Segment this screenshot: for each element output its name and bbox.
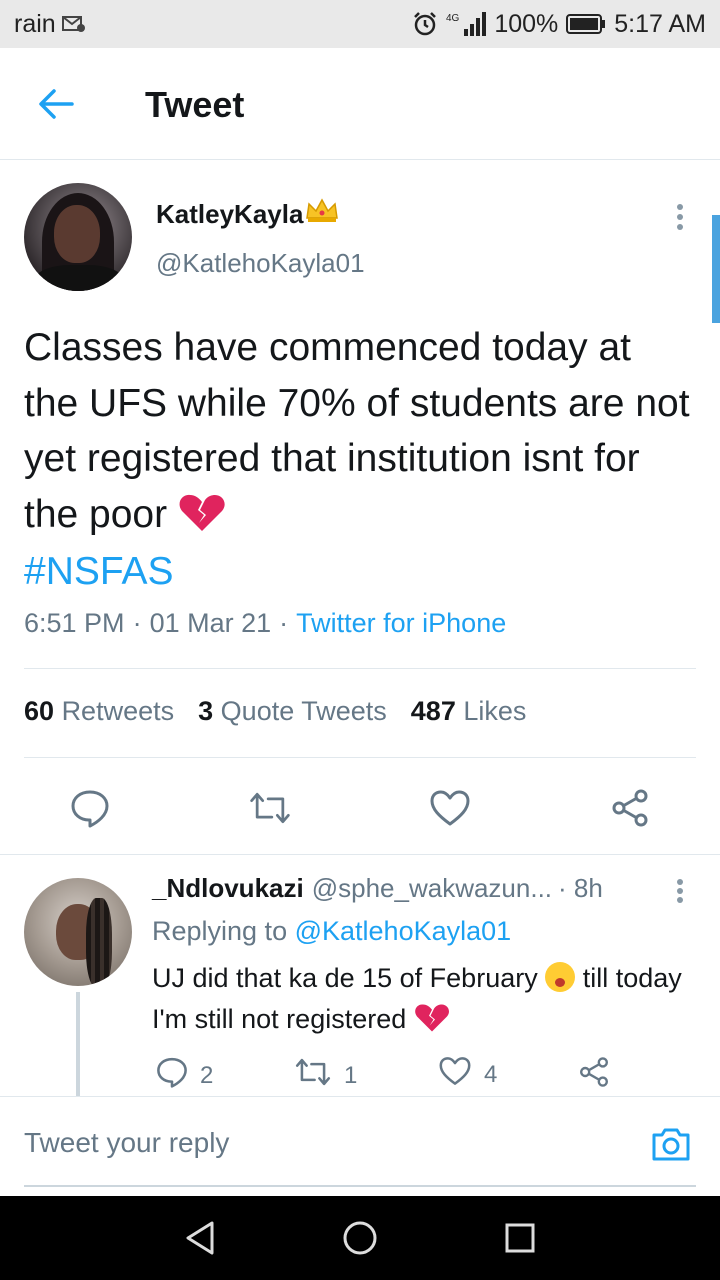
- scrollbar[interactable]: [712, 215, 720, 323]
- alarm-icon: [412, 11, 438, 37]
- reply-icon: [156, 1056, 188, 1095]
- reply-actions: 2 1 4: [152, 1056, 672, 1096]
- reply-composer: Tweet your reply: [0, 1096, 720, 1196]
- share-icon: [578, 1056, 610, 1095]
- hashtag-link[interactable]: #NSFAS: [24, 550, 174, 593]
- retweets-stat[interactable]: 60 Retweets: [24, 696, 174, 727]
- reply-input[interactable]: Tweet your reply: [24, 1127, 229, 1159]
- divider: [24, 757, 696, 758]
- nav-home-icon[interactable]: [340, 1218, 380, 1258]
- replying-to-label: Replying to: [152, 916, 288, 946]
- clock: 5:17 AM: [614, 9, 706, 38]
- tweet-meta: 6:51 PM · 01 Mar 21 · Twitter for iPhone: [24, 608, 506, 639]
- tweet-date: 01 Mar 21: [149, 608, 272, 638]
- tweet-text: Classes have commenced today at the UFS …: [24, 326, 690, 536]
- sms-notification-icon: [61, 14, 86, 34]
- composer-underline: [24, 1185, 696, 1187]
- retweets-count: 60: [24, 696, 55, 726]
- tweet-body: Classes have commenced today at the UFS …: [24, 320, 694, 600]
- share-icon[interactable]: [608, 786, 652, 830]
- author-avatar[interactable]: [24, 183, 132, 291]
- svg-text:4G: 4G: [446, 13, 460, 24]
- like-heart-icon[interactable]: [428, 786, 472, 830]
- quote-tweets-stat[interactable]: 3 Quote Tweets: [198, 696, 387, 727]
- meta-separator: ·: [132, 608, 142, 638]
- reply-author-avatar[interactable]: [24, 878, 132, 986]
- reply-display-name[interactable]: _Ndlovukazi: [152, 873, 304, 904]
- carrier-label: rain: [14, 9, 56, 38]
- camera-icon[interactable]: [650, 1125, 692, 1165]
- divider: [24, 668, 696, 669]
- battery-percent: 100%: [494, 9, 559, 38]
- reply-share-button[interactable]: [578, 1056, 610, 1095]
- crown-emoji-icon: [305, 198, 339, 230]
- retweet-icon[interactable]: [248, 786, 292, 830]
- reply-icon[interactable]: [68, 786, 112, 830]
- reply-body: UJ did that ka de 15 of February till to…: [152, 958, 692, 1040]
- author-display-name-row[interactable]: KatleyKayla: [156, 198, 339, 230]
- likes-stat[interactable]: 487 Likes: [411, 696, 527, 727]
- status-bar: rain 4G 100% 5:17 AM: [0, 0, 720, 48]
- replying-to-handle-link[interactable]: @KatlehoKayla01: [295, 916, 512, 946]
- retweets-label: Retweets: [61, 696, 175, 726]
- signal-icon: 4G: [446, 11, 487, 37]
- tweet-source-link[interactable]: Twitter for iPhone: [296, 608, 506, 639]
- system-nav-bar: [0, 1196, 720, 1280]
- reply-handle[interactable]: @sphe_wakwazun...: [312, 873, 552, 904]
- page-title: Tweet: [145, 84, 245, 125]
- likes-label: Likes: [463, 696, 527, 726]
- back-arrow-icon[interactable]: [36, 86, 76, 122]
- app-header: Tweet: [0, 48, 720, 160]
- quotes-count: 3: [198, 696, 214, 726]
- reply-header: _Ndlovukazi @sphe_wakwazun... · 8h: [152, 873, 603, 904]
- tweet-time: 6:51 PM: [24, 608, 125, 638]
- broken-heart-emoji-icon: [178, 494, 226, 535]
- replying-to-line: Replying to @KatlehoKayla01: [152, 916, 511, 947]
- reply-text-part1: UJ did that ka de 15 of February: [152, 963, 538, 993]
- reply-more-options-icon[interactable]: [668, 876, 692, 906]
- author-display-name: KatleyKayla: [156, 198, 304, 229]
- reply-reply-button[interactable]: 2: [156, 1056, 213, 1095]
- more-options-icon[interactable]: [668, 200, 692, 234]
- likes-count: 487: [410, 696, 456, 726]
- tweet-actions: [0, 770, 720, 850]
- author-handle[interactable]: @KatlehoKayla01: [156, 248, 365, 279]
- retweet-count: 1: [344, 1061, 358, 1089]
- reply-count: 2: [200, 1061, 214, 1089]
- battery-icon: [566, 13, 606, 35]
- reply-retweet-button[interactable]: 1: [294, 1056, 357, 1095]
- like-heart-icon: [438, 1056, 472, 1093]
- divider: [0, 854, 720, 855]
- crying-face-emoji-icon: [545, 962, 576, 992]
- nav-recents-icon[interactable]: [500, 1218, 540, 1258]
- quotes-label: Quote Tweets: [220, 696, 387, 726]
- thread-line: [76, 992, 80, 1096]
- reply-timestamp: · 8h: [558, 873, 603, 903]
- meta-separator: ·: [279, 608, 289, 638]
- broken-heart-emoji-icon: [414, 1004, 450, 1034]
- nav-back-icon[interactable]: [180, 1218, 220, 1258]
- tweet-stats: 60 Retweets 3 Quote Tweets 487 Likes: [24, 696, 526, 727]
- reply-like-button[interactable]: 4: [438, 1056, 497, 1093]
- retweet-icon: [294, 1056, 332, 1095]
- like-count: 4: [484, 1060, 498, 1088]
